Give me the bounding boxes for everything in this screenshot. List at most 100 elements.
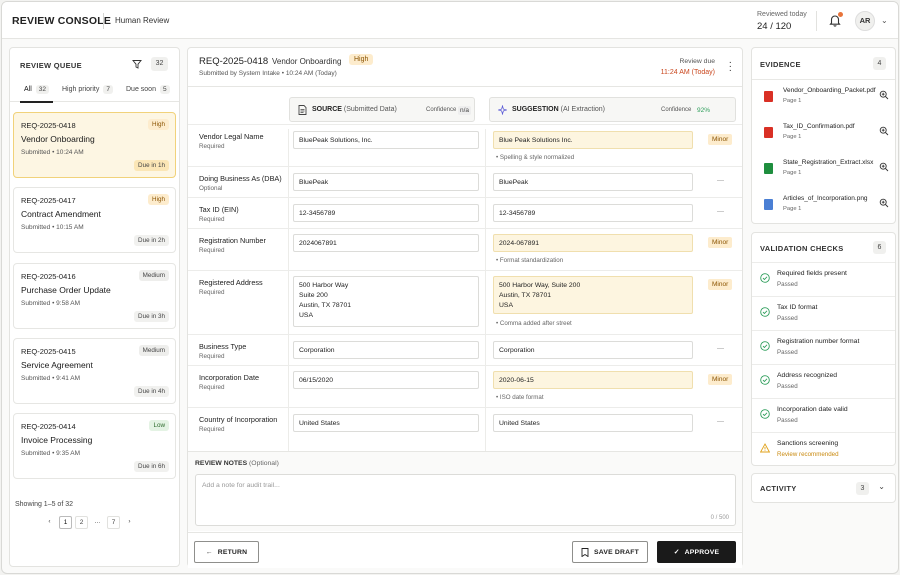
activity-count: 3 <box>856 482 869 495</box>
suggestion-value-field[interactable]: 12-3456789 <box>493 204 693 222</box>
next-page-button[interactable]: › <box>123 516 136 529</box>
request-id: REQ-2025-0418 <box>199 56 269 67</box>
notification-dot <box>838 12 843 17</box>
queue-item[interactable]: REQ-2025-0416 Purchase Order Update Subm… <box>13 263 176 329</box>
queue-item[interactable]: REQ-2025-0417 Contract Amendment Submitt… <box>13 187 176 253</box>
validation-check-name: Registration number format <box>777 338 860 345</box>
queue-item[interactable]: REQ-2025-0415 Service Agreement Submitte… <box>13 338 176 404</box>
validation-check-name: Sanctions screening <box>777 440 839 447</box>
field-row-country-of-incorporation: Country of Incorporation Required United… <box>188 407 742 439</box>
validation-check: Incorporation date valid Passed <box>752 398 895 431</box>
priority-badge: High <box>148 119 169 130</box>
evidence-file[interactable]: Articles_of_Incorporation.png Page 1 <box>752 189 895 224</box>
tab-all[interactable]: All 32 <box>19 85 54 103</box>
queue-item-submitted: Submitted • 9:58 AM <box>21 300 81 307</box>
page-2-button[interactable]: 2 <box>75 516 88 529</box>
suggestion-value-field[interactable]: 2024-067891 <box>493 234 693 252</box>
validation-check-name: Tax ID format <box>777 304 818 311</box>
suggestion-column-header: SUGGESTION (AI Extraction) Confidence 92… <box>489 97 736 122</box>
evidence-file-page: Page 1 <box>783 98 802 104</box>
approve-button[interactable]: ✓ APPROVE <box>657 541 736 563</box>
page-1-button[interactable]: 1 <box>59 516 72 529</box>
header-divider-right <box>816 11 817 31</box>
due-badge: Due in 3h <box>134 311 169 322</box>
validation-count: 6 <box>873 241 886 254</box>
review-notes-label: REVIEW NOTES (Optional) <box>195 460 279 467</box>
source-column-title: SOURCE (Submitted Data) <box>312 106 397 113</box>
suggestion-value-field[interactable]: Blue Peak Solutions Inc. <box>493 131 693 149</box>
evidence-file[interactable]: Tax_ID_Confirmation.pdf Page 1 <box>752 117 895 152</box>
field-label: Incorporation Date <box>199 373 260 382</box>
action-bar: ← RETURN SAVE DRAFT ✓ APPROVE <box>188 532 742 568</box>
source-value-field[interactable]: United States <box>293 414 479 432</box>
activity-panel[interactable]: ACTIVITY 3 ⌄ <box>751 473 896 503</box>
chevron-down-icon[interactable]: ⌄ <box>881 16 888 25</box>
prev-page-button[interactable]: ‹ <box>43 516 56 529</box>
notes-label-sub: (Optional) <box>249 460 279 467</box>
evidence-file-name: Vendor_Onboarding_Packet.pdf <box>783 87 876 94</box>
source-value-field[interactable]: BluePeak <box>293 173 479 191</box>
zoom-in-icon[interactable] <box>879 162 889 172</box>
field-row-registered-address: Registered Address Required 500 Harbor W… <box>188 270 742 334</box>
tab-label: High priority <box>62 86 100 93</box>
evidence-file[interactable]: State_Registration_Extract.xlsx Page 1 <box>752 153 895 188</box>
suggestion-value-field[interactable]: BluePeak <box>493 173 693 191</box>
validation-check: Sanctions screening Review recommended <box>752 432 895 465</box>
validation-check-name: Incorporation date valid <box>777 406 848 413</box>
more-options-icon[interactable]: · · · <box>729 58 732 76</box>
source-confidence-label: Confidence <box>426 107 457 113</box>
field-row-tax-id: Tax ID (EIN) Required 12-3456789 12-3456… <box>188 197 742 228</box>
source-value-field[interactable]: Corporation <box>293 341 479 359</box>
source-value-field[interactable]: 500 Harbor Way Suite 200 Austin, TX 7870… <box>293 276 479 327</box>
suggestion-value-field[interactable]: United States <box>493 414 693 432</box>
tab-high-priority[interactable]: High priority 7 <box>62 85 113 94</box>
save-draft-label: SAVE DRAFT <box>594 548 639 556</box>
zoom-in-icon[interactable] <box>879 126 889 136</box>
source-confidence-value: n/a <box>458 106 472 115</box>
return-label: RETURN <box>217 548 248 556</box>
validation-check: Address recognized Passed <box>752 364 895 397</box>
queue-item[interactable]: REQ-2025-0414 Invoice Processing Submitt… <box>13 413 176 479</box>
tab-due-soon[interactable]: Due soon 5 <box>126 85 170 94</box>
field-row-registration-number: Registration Number Required 2024067891 … <box>188 228 742 270</box>
return-button[interactable]: ← RETURN <box>194 541 259 563</box>
save-draft-button[interactable]: SAVE DRAFT <box>572 541 648 563</box>
suggestion-confidence-label: Confidence <box>661 107 692 113</box>
tab-label: All <box>24 86 32 93</box>
source-value-field[interactable]: 12-3456789 <box>293 204 479 222</box>
user-avatar[interactable]: AR <box>855 11 875 31</box>
evidence-file-page: Page 1 <box>783 206 802 212</box>
notes-char-counter: 0 / 500 <box>710 515 729 521</box>
page-7-button[interactable]: 7 <box>107 516 120 529</box>
notes-label-text: REVIEW NOTES <box>195 460 248 467</box>
evidence-file-name: Tax_ID_Confirmation.pdf <box>783 123 855 130</box>
evidence-file[interactable]: Vendor_Onboarding_Packet.pdf Page 1 <box>752 81 895 116</box>
suggestion-value-field[interactable]: 500 Harbor Way, Suite 200 Austin, TX 787… <box>493 276 693 314</box>
queue-item[interactable]: REQ-2025-0418 Vendor Onboarding Submitte… <box>13 112 176 178</box>
source-value-field[interactable]: 06/15/2020 <box>293 371 479 389</box>
tab-count: 7 <box>103 85 113 94</box>
due-badge: Due in 6h <box>134 461 169 472</box>
request-type: Vendor Onboarding <box>272 57 342 66</box>
field-label: Tax ID (EIN) <box>199 205 239 214</box>
field-requirement: Required <box>199 247 225 254</box>
validation-check-status: Passed <box>777 315 798 322</box>
chevron-down-icon[interactable]: ⌄ <box>878 482 885 491</box>
review-notes-textarea[interactable]: Add a note for audit trail... 0 / 500 <box>195 474 736 526</box>
zoom-in-icon[interactable] <box>879 90 889 100</box>
source-value-field[interactable]: 2024067891 <box>293 234 479 252</box>
queue-item-title: Service Agreement <box>21 360 93 370</box>
queue-item-id: REQ-2025-0415 <box>21 347 76 356</box>
suggestion-value-field[interactable]: Corporation <box>493 341 693 359</box>
header-divider <box>103 13 104 29</box>
change-note: • Spelling & style normalized <box>496 154 575 161</box>
check-circle-icon <box>760 341 770 351</box>
source-value-field[interactable]: BluePeak Solutions, Inc. <box>293 131 479 149</box>
queue-item-id: REQ-2025-0418 <box>21 121 76 130</box>
zoom-in-icon[interactable] <box>879 198 889 208</box>
review-notes-section: REVIEW NOTES (Optional) Add a note for a… <box>188 451 742 531</box>
header-divider <box>188 86 742 87</box>
filter-icon[interactable] <box>132 59 142 69</box>
suggestion-value-field[interactable]: 2020-06-15 <box>493 371 693 389</box>
checkmark-icon: ✓ <box>673 549 680 556</box>
